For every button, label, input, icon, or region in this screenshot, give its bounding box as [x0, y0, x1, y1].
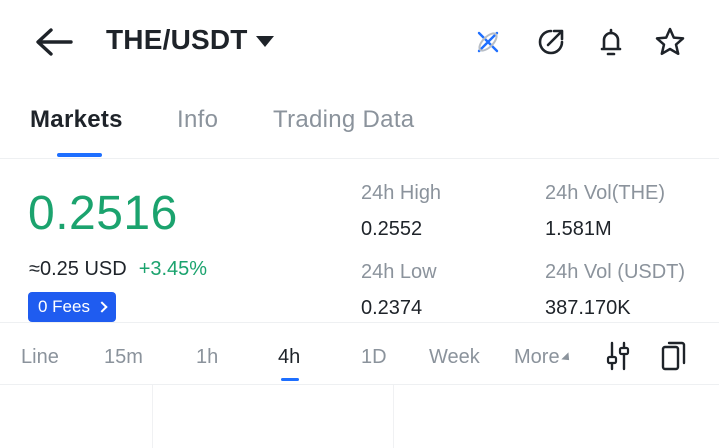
interval-1h[interactable]: 1h — [196, 346, 218, 369]
copy-icon[interactable] — [658, 338, 690, 374]
interval-more[interactable]: More — [514, 346, 573, 369]
high-label: 24h High — [361, 182, 442, 204]
change-percent: +3.45% — [138, 258, 208, 280]
section-tabs: Markets Info Trading Data — [0, 96, 719, 158]
interval-active-indicator — [281, 378, 299, 381]
interval-15m[interactable]: 15m — [104, 346, 143, 369]
interval-1d[interactable]: 1D — [361, 346, 387, 369]
interval-line[interactable]: Line — [21, 346, 59, 369]
low-value: 0.2374 — [361, 297, 423, 319]
vol-base-value: 1.581M — [545, 218, 612, 240]
grid-line — [152, 385, 153, 448]
zero-fees-badge[interactable]: 0 Fees — [28, 292, 116, 322]
arrow-left-icon — [36, 28, 73, 56]
high-value: 0.2552 — [361, 218, 423, 240]
tab-trading-data[interactable]: Trading Data — [273, 106, 414, 134]
grid-line — [393, 385, 394, 448]
bell-icon[interactable] — [593, 24, 629, 60]
interval-more-label: More — [514, 346, 560, 368]
tab-markets[interactable]: Markets — [30, 106, 123, 134]
share-icon[interactable] — [533, 24, 569, 60]
low-label: 24h Low — [361, 261, 437, 283]
interval-week[interactable]: Week — [429, 346, 480, 369]
divider — [0, 322, 719, 323]
approx-usd: ≈0.25 USD — [29, 258, 127, 280]
sliders-icon[interactable] — [602, 338, 634, 374]
tab-active-indicator — [57, 153, 102, 157]
star-icon[interactable] — [652, 24, 688, 60]
vol-base-label: 24h Vol(THE) — [545, 182, 666, 204]
last-price: 0.2516 — [28, 187, 178, 240]
top-bar: THE/USDT — [0, 0, 719, 86]
interval-4h[interactable]: 4h — [278, 346, 300, 369]
vol-quote-value: 387.170K — [545, 297, 631, 319]
divider — [0, 158, 719, 159]
caret-down-icon — [255, 35, 274, 47]
chevron-right-icon — [96, 301, 108, 313]
fees-label: 0 Fees — [38, 297, 90, 316]
pair-selector[interactable]: THE/USDT — [106, 24, 274, 56]
chart-area[interactable] — [0, 385, 719, 448]
corner-triangle-icon — [560, 352, 573, 364]
price-approx-row: ≈0.25 USD +3.45% — [29, 258, 207, 281]
x-logo-icon[interactable] — [470, 24, 506, 60]
pair-title: THE/USDT — [106, 24, 248, 55]
back-button[interactable] — [30, 22, 76, 62]
tab-info[interactable]: Info — [177, 106, 218, 134]
vol-quote-label: 24h Vol (USDT) — [545, 261, 686, 283]
